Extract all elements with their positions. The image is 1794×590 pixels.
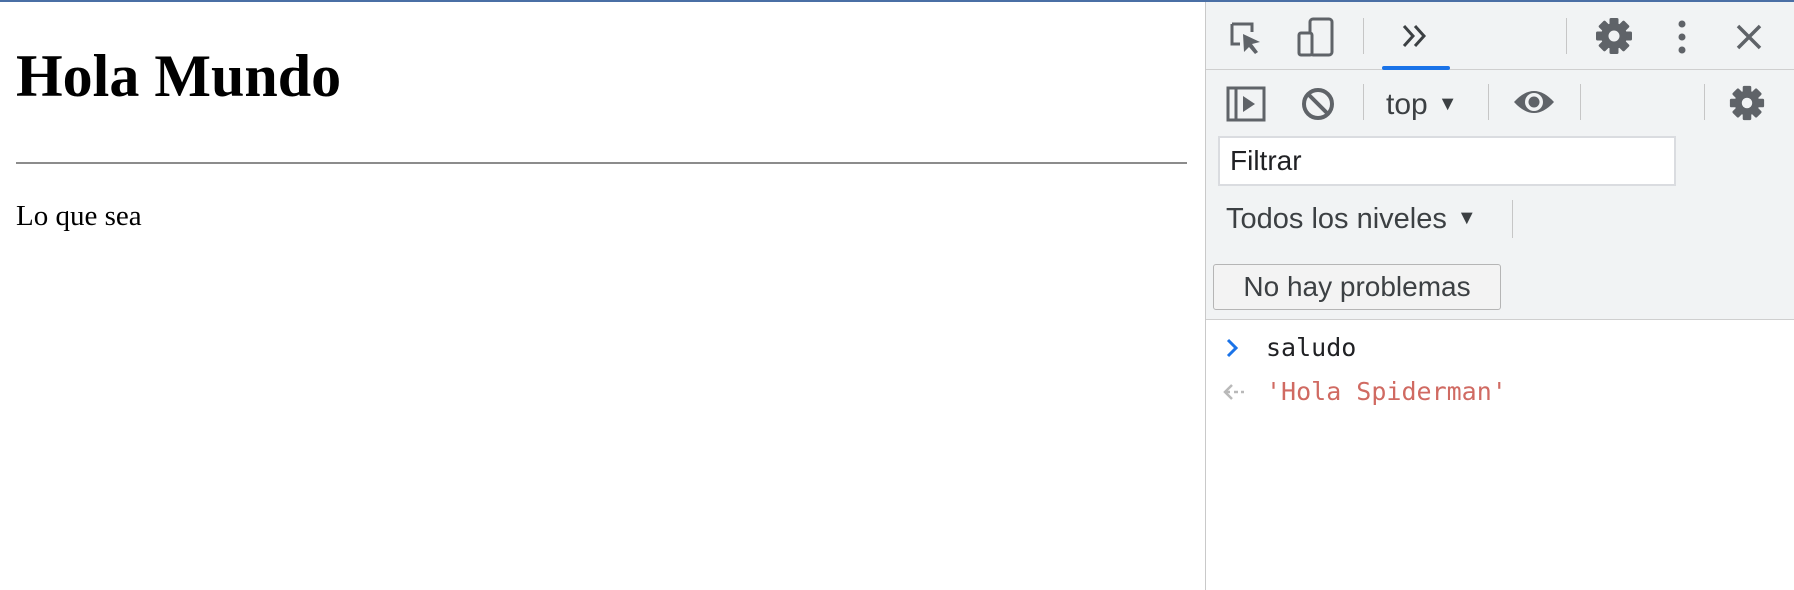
horizontal-rule xyxy=(16,162,1187,164)
result-arrow-icon xyxy=(1223,384,1244,400)
filter-input[interactable] xyxy=(1218,136,1676,186)
live-expression-eye-icon[interactable] xyxy=(1512,86,1556,118)
devtools-main-toolbar xyxy=(1206,2,1794,70)
toolbar-separator xyxy=(1363,18,1364,54)
input-prompt-chevron-icon xyxy=(1226,338,1239,358)
log-levels-label: Todos los niveles xyxy=(1226,203,1447,235)
context-label: top xyxy=(1386,88,1428,121)
console-settings-icon[interactable] xyxy=(1728,84,1766,122)
console-toolbar: top▼ Todos los niveles▼ No hay problem xyxy=(1206,70,1794,320)
console-input-text: saludo xyxy=(1266,333,1357,362)
dropdown-arrow-icon: ▼ xyxy=(1456,207,1477,229)
device-toggle-icon[interactable] xyxy=(1296,16,1336,58)
more-options-icon[interactable] xyxy=(1676,18,1688,56)
settings-icon[interactable] xyxy=(1594,16,1634,56)
toolbar-separator xyxy=(1580,84,1581,120)
page-paragraph: Lo que sea xyxy=(16,200,142,232)
console-result-line[interactable]: 'Hola Spiderman' xyxy=(1206,372,1794,412)
context-selector[interactable]: top ▼ xyxy=(1386,86,1458,122)
clear-console-icon[interactable] xyxy=(1300,86,1336,122)
toolbar-separator xyxy=(1512,200,1513,238)
inspect-element-icon[interactable] xyxy=(1228,20,1264,56)
close-icon[interactable] xyxy=(1734,22,1764,52)
page-viewport: Hola Mundo Lo que sea xyxy=(0,2,1205,590)
page-heading: Hola Mundo xyxy=(16,43,342,109)
toolbar-separator xyxy=(1704,84,1705,120)
toolbar-separator xyxy=(1488,84,1489,120)
console-messages: saludo 'Hola Spiderman' xyxy=(1206,320,1794,590)
devtools-panel: top▼ Todos los niveles▼ No hay problem xyxy=(1205,2,1794,590)
dropdown-arrow-icon: ▼ xyxy=(1437,93,1458,115)
issues-button[interactable]: No hay problemas xyxy=(1213,264,1501,310)
log-levels-dropdown[interactable]: Todos los niveles ▼ xyxy=(1226,198,1477,238)
more-tabs-icon[interactable] xyxy=(1400,22,1430,50)
toolbar-separator xyxy=(1566,18,1567,54)
show-sidebar-icon[interactable] xyxy=(1226,86,1266,122)
console-input-line[interactable]: saludo xyxy=(1206,328,1794,368)
console-result-text: 'Hola Spiderman' xyxy=(1266,377,1507,406)
toolbar-separator xyxy=(1363,84,1364,120)
